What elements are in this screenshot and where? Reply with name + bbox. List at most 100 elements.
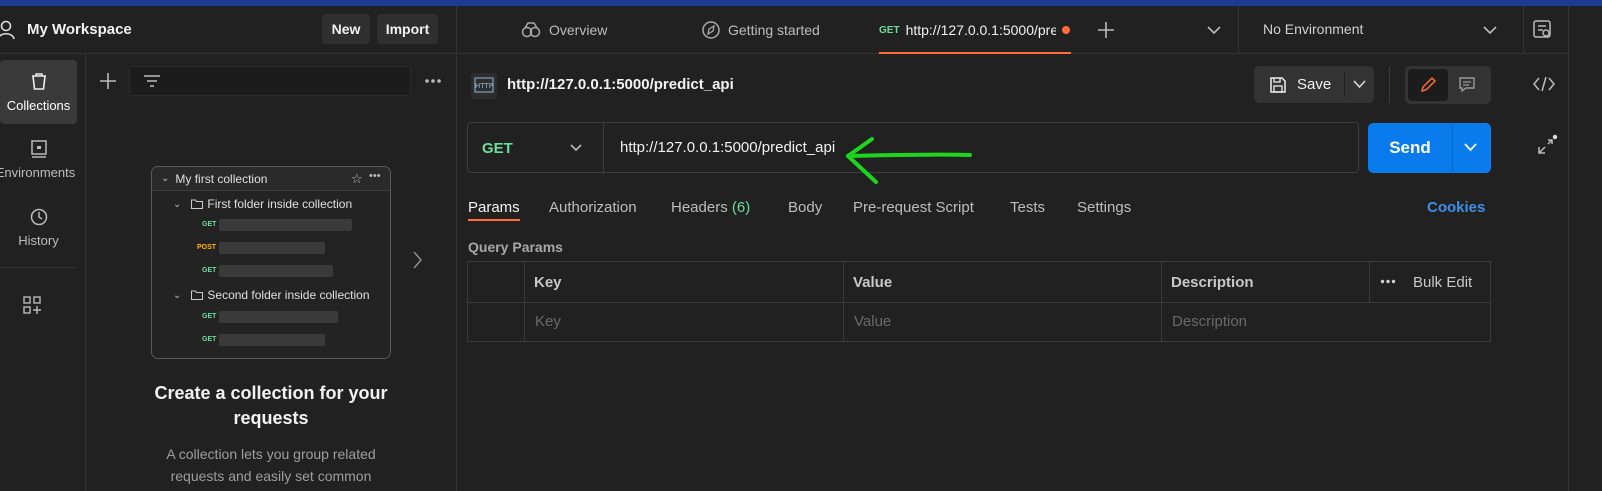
tab-params[interactable]: Params: [468, 199, 520, 216]
preview-folder-name: Second folder inside collection: [207, 288, 370, 302]
cookies-link[interactable]: Cookies: [1427, 199, 1485, 216]
collections-icon: [29, 72, 49, 92]
tab-label: Overview: [549, 22, 608, 38]
svg-text:HTTP: HTTP: [475, 82, 493, 90]
tabs-bar: Overview Getting started GET http://127.…: [457, 6, 1568, 54]
code-icon[interactable]: [1533, 76, 1555, 92]
workspace-title[interactable]: My Workspace: [27, 21, 132, 38]
preview-request-placeholder: [219, 311, 338, 323]
tab-settings[interactable]: Settings: [1077, 199, 1131, 216]
request-name[interactable]: http://127.0.0.1:5000/predict_api: [507, 76, 734, 93]
environment-selector[interactable]: No Environment: [1263, 21, 1363, 37]
headers-count-badge: (6): [731, 199, 751, 216]
tab-label: http://127.0.0.1:5000/prec: [905, 22, 1056, 38]
tab-authorization[interactable]: Authorization: [549, 199, 637, 216]
preview-request-placeholder: [219, 242, 325, 254]
more-options-icon[interactable]: [424, 78, 442, 84]
history-icon: [29, 207, 49, 227]
rail-divider: [0, 267, 77, 268]
rail-item-environments[interactable]: Environments: [0, 127, 77, 191]
environment-icon: [29, 139, 49, 159]
tab-tests[interactable]: Tests: [1010, 199, 1045, 216]
preview-request-placeholder: [219, 265, 333, 277]
send-button[interactable]: Send: [1368, 123, 1452, 173]
preview-method: POST: [197, 244, 217, 251]
divider: [1523, 6, 1524, 54]
related-collections-icon[interactable]: [1535, 133, 1559, 157]
new-button[interactable]: New: [322, 14, 370, 44]
import-button[interactable]: Import: [377, 14, 438, 44]
chevron-down-icon: ⌄: [161, 173, 170, 184]
tab-headers-label: Headers: [671, 199, 728, 216]
tab-overview[interactable]: Overview: [521, 6, 607, 54]
apps-grid-icon[interactable]: [22, 295, 42, 315]
rail-item-collections[interactable]: Collections: [0, 60, 77, 124]
column-header-value: Value: [853, 274, 893, 291]
col-divider: [843, 262, 844, 341]
pencil-icon: [1419, 76, 1437, 94]
folder-icon: [191, 290, 204, 300]
key-input[interactable]: Key: [535, 313, 561, 330]
http-request-icon: HTTP: [470, 72, 498, 100]
preview-collection-row: ⌄ My first collection ☆ •••: [152, 167, 390, 191]
edit-mode-button[interactable]: [1408, 69, 1448, 101]
rail-label: Collections: [6, 97, 71, 113]
user-icon[interactable]: [0, 20, 16, 40]
preview-collection-name: My first collection: [175, 171, 268, 186]
folder-icon: [191, 199, 204, 209]
overview-icon: [521, 22, 541, 38]
tab-headers[interactable]: Headers (6): [671, 199, 750, 216]
preview-folder-row: ⌄ Second folder inside collection: [152, 287, 390, 303]
tab-getting-started[interactable]: Getting started: [702, 6, 820, 54]
divider: [1344, 72, 1345, 97]
rail-label: Environments: [0, 164, 76, 180]
save-label: Save: [1297, 76, 1332, 93]
query-params-table: Key Value Description Bulk Edit Key Valu…: [467, 261, 1491, 342]
table-more-icon[interactable]: [1380, 279, 1396, 284]
comments-icon[interactable]: [1458, 76, 1476, 94]
chevron-right-icon[interactable]: [413, 251, 423, 269]
add-collection-icon[interactable]: [99, 72, 117, 90]
right-panel: [1533, 6, 1602, 491]
empty-state-title: Create a collection for your requests: [154, 383, 388, 428]
divider: [1389, 66, 1390, 103]
value-input[interactable]: Value: [854, 313, 891, 330]
col-divider: [1161, 262, 1162, 341]
rail-label: History: [18, 232, 59, 248]
chevron-down-icon: ⌄: [173, 198, 182, 210]
tab-pre-request-script[interactable]: Pre-request Script: [853, 199, 974, 216]
preview-request-placeholder: [219, 334, 325, 346]
mode-toggle: [1405, 66, 1491, 104]
save-options-chevron-icon[interactable]: [1353, 80, 1366, 89]
save-button[interactable]: Save: [1254, 66, 1344, 103]
left-rail: Collections Environments History: [0, 55, 86, 491]
row-divider: [468, 302, 1490, 303]
tab-method: GET: [879, 24, 900, 36]
preview-method: GET: [202, 336, 217, 343]
empty-state-text: A collection lets you group related requ…: [140, 443, 402, 487]
active-tab-underline: [879, 52, 1071, 54]
bulk-edit-button[interactable]: Bulk Edit: [1413, 274, 1472, 291]
workspace-header: My Workspace New Import: [0, 6, 457, 54]
environment-quick-look-icon[interactable]: [1532, 19, 1552, 39]
collection-preview-illustration: ⌄ My first collection ☆ ••• ⌄ First fold…: [151, 166, 391, 359]
filter-icon[interactable]: [143, 74, 161, 88]
environment-chevron-down-icon[interactable]: [1483, 26, 1497, 35]
tab-request-active[interactable]: GET http://127.0.0.1:5000/prec: [879, 6, 1071, 54]
rail-item-history[interactable]: History: [0, 195, 77, 259]
more-icon: •••: [369, 170, 381, 182]
send-options-chevron-icon[interactable]: [1464, 143, 1477, 152]
description-input[interactable]: Description: [1172, 313, 1247, 330]
new-tab-icon[interactable]: [1097, 21, 1115, 39]
empty-state-text-line: requests and easily set common: [170, 468, 372, 484]
method-select[interactable]: GET: [468, 123, 604, 172]
tab-body[interactable]: Body: [788, 199, 822, 216]
preview-method: GET: [202, 221, 217, 228]
empty-state-text-line: A collection lets you group related: [166, 446, 376, 462]
tabs-chevron-down-icon[interactable]: [1207, 26, 1221, 35]
active-subtab-underline: [468, 219, 520, 221]
url-input[interactable]: http://127.0.0.1:5000/predict_api: [620, 139, 835, 156]
col-divider: [1369, 262, 1370, 302]
sidebar-filter-input[interactable]: [129, 66, 411, 96]
divider: [1238, 6, 1239, 54]
